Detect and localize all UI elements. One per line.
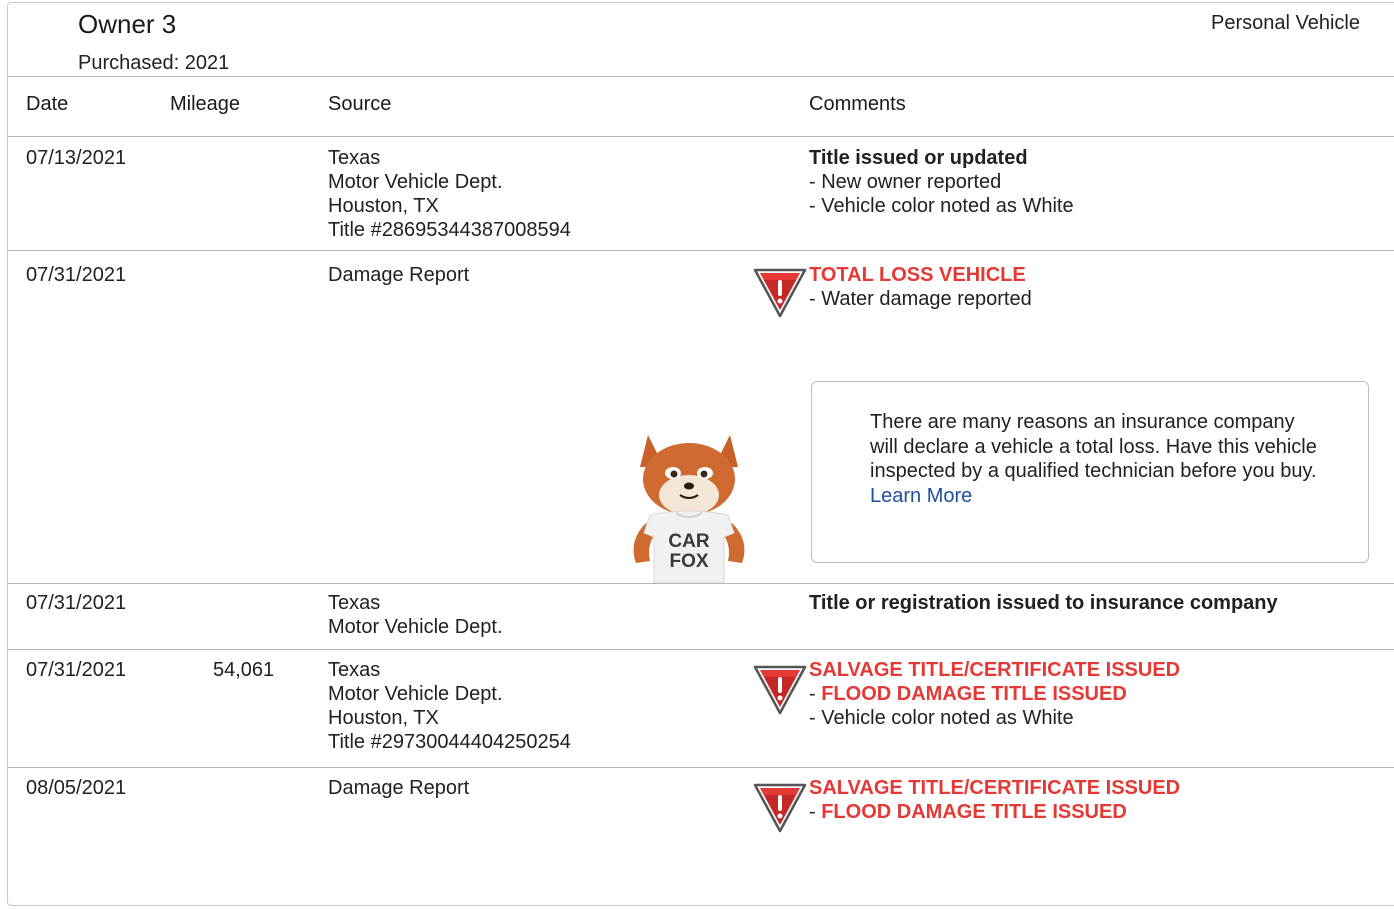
mascot-shirt-text: CAR <box>668 531 709 552</box>
comment-line: - Vehicle color noted as White <box>809 707 1074 729</box>
alert-sub-line: - FLOOD DAMAGE TITLE ISSUED <box>809 682 1180 706</box>
row-date: 07/31/2021 <box>26 659 127 681</box>
source-line: Texas <box>328 147 381 169</box>
alert-sub: FLOOD DAMAGE TITLE ISSUED <box>821 683 1127 705</box>
alert-title: SALVAGE TITLE/CERTIFICATE ISSUED <box>809 777 1181 799</box>
row-source: Damage Report <box>328 776 469 800</box>
comment-line: - Water damage reported <box>809 288 1032 310</box>
column-header-date: Date <box>26 93 69 115</box>
alert-sub-prefix: - <box>809 683 822 705</box>
source-line: Texas <box>328 592 381 614</box>
source-line: Houston, TX <box>328 707 439 729</box>
comment-line: - Vehicle color noted as White <box>809 195 1074 217</box>
column-header-comments: Comments <box>809 93 906 115</box>
alert-sub-line: - FLOOD DAMAGE TITLE ISSUED <box>809 800 1180 824</box>
row-date: 07/31/2021 <box>26 264 127 286</box>
comment-title: Title issued or updated <box>809 147 1028 169</box>
comment-title: Title or registration issued to insuranc… <box>809 592 1278 614</box>
comment-line: - New owner reported <box>809 171 1002 193</box>
info-text: There are many reasons an insurance comp… <box>870 411 1317 482</box>
owner-vehicle-type: Personal Vehicle <box>1211 12 1360 34</box>
alert-sub: FLOOD DAMAGE TITLE ISSUED <box>821 801 1127 823</box>
row-source: Texas Motor Vehicle Dept. Houston, TX Ti… <box>328 658 571 754</box>
info-text-block: There are many reasons an insurance comp… <box>870 410 1320 508</box>
row-source: Texas Motor Vehicle Dept. <box>328 591 503 639</box>
row-source: Damage Report <box>328 263 469 287</box>
row-comments: TOTAL LOSS VEHICLE - Water damage report… <box>809 263 1032 311</box>
column-header-divider <box>8 136 1394 137</box>
alert-title: TOTAL LOSS VEHICLE <box>809 264 1026 286</box>
column-header-mileage: Mileage <box>170 93 241 115</box>
row-divider <box>8 250 1394 251</box>
source-line: Motor Vehicle Dept. <box>328 171 503 193</box>
row-comments: SALVAGE TITLE/CERTIFICATE ISSUED - FLOOD… <box>809 658 1180 730</box>
column-header-source: Source <box>328 93 392 115</box>
warning-triangle-icon <box>753 268 807 318</box>
learn-more-link[interactable]: Learn More <box>870 485 972 507</box>
source-line: Damage Report <box>328 777 470 799</box>
row-comments: Title or registration issued to insuranc… <box>809 591 1278 615</box>
owner-title: Owner 3 <box>78 9 177 39</box>
carfox-mascot-icon: CAR FOX <box>633 435 745 583</box>
row-divider <box>8 767 1394 768</box>
warning-triangle-icon <box>753 783 807 833</box>
owner-history-card: Owner 3 Purchased: 2021 Personal Vehicle… <box>7 2 1394 906</box>
alert-sub-prefix: - <box>809 801 822 823</box>
source-line: Houston, TX <box>328 195 439 217</box>
source-line: Title #28695344387008594 <box>328 219 571 241</box>
source-line: Damage Report <box>328 264 470 286</box>
source-line: Motor Vehicle Dept. <box>328 616 503 638</box>
mascot-shirt-text: FOX <box>669 551 708 572</box>
row-comments: SALVAGE TITLE/CERTIFICATE ISSUED - FLOOD… <box>809 776 1180 824</box>
owner-purchased: Purchased: 2021 <box>78 52 230 74</box>
source-line: Title #29730044404250254 <box>328 731 571 753</box>
row-divider <box>8 583 1394 584</box>
row-divider <box>8 649 1394 650</box>
total-loss-info-box: There are many reasons an insurance comp… <box>811 381 1369 563</box>
row-mileage: 54,061 <box>213 659 275 681</box>
row-source: Texas Motor Vehicle Dept. Houston, TX Ti… <box>328 146 571 242</box>
source-line: Motor Vehicle Dept. <box>328 683 503 705</box>
row-comments: Title issued or updated - New owner repo… <box>809 146 1074 218</box>
row-date: 07/31/2021 <box>26 592 127 614</box>
source-line: Texas <box>328 659 381 681</box>
row-date: 07/13/2021 <box>26 147 127 169</box>
row-date: 08/05/2021 <box>26 777 127 799</box>
warning-triangle-icon <box>753 665 807 715</box>
header-divider <box>8 76 1394 77</box>
alert-title: SALVAGE TITLE/CERTIFICATE ISSUED <box>809 659 1181 681</box>
